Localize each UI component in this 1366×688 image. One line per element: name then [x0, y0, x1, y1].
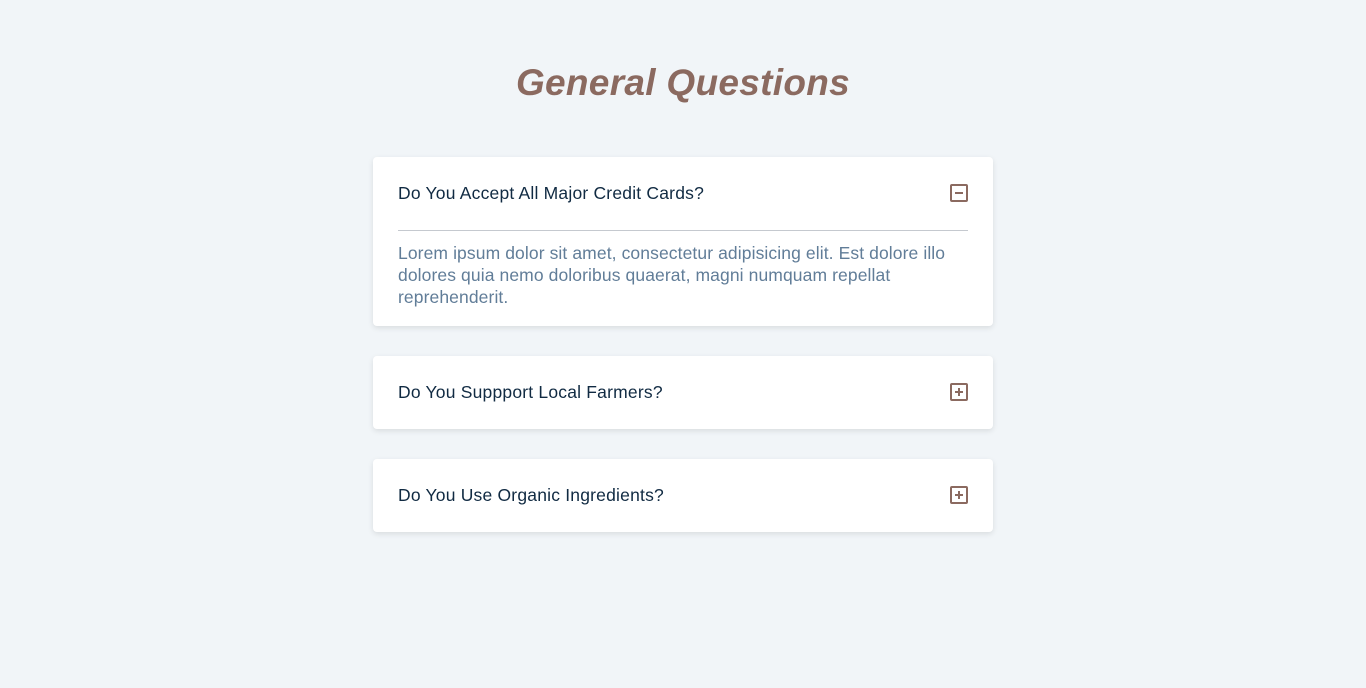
faq-question: Do You Use Organic Ingredients? [398, 485, 664, 505]
plus-square-icon[interactable] [950, 382, 968, 401]
minus-square-icon[interactable] [950, 183, 968, 202]
faq-item-local-farmers: Do You Suppport Local Farmers? [373, 356, 993, 429]
faq-list: Do You Accept All Major Credit Cards? Lo… [373, 157, 993, 562]
faq-question: Do You Suppport Local Farmers? [398, 382, 663, 402]
plus-square-icon[interactable] [950, 485, 968, 504]
faq-header[interactable]: Do You Use Organic Ingredients? [398, 459, 968, 532]
faq-item-organic-ingredients: Do You Use Organic Ingredients? [373, 459, 993, 532]
faq-header[interactable]: Do You Accept All Major Credit Cards? [398, 157, 968, 230]
page-title: General Questions [515, 62, 851, 103]
faq-header[interactable]: Do You Suppport Local Farmers? [398, 356, 968, 429]
faq-item-credit-cards: Do You Accept All Major Credit Cards? Lo… [373, 157, 993, 326]
faq-question: Do You Accept All Major Credit Cards? [398, 183, 705, 203]
faq-answer: Lorem ipsum dolor sit amet, consectetur … [398, 243, 946, 307]
